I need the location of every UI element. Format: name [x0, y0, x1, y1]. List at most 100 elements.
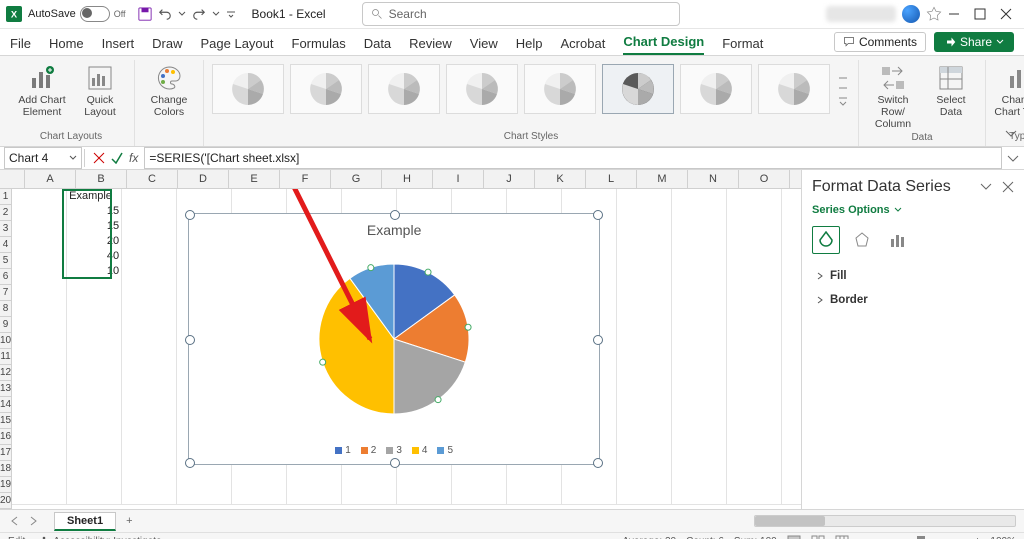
cell[interactable] — [122, 369, 177, 385]
cell[interactable] — [507, 489, 562, 505]
effects-tab[interactable] — [848, 226, 876, 254]
chart-style-thumb[interactable] — [602, 64, 674, 114]
cell[interactable] — [122, 234, 177, 250]
cell[interactable] — [12, 414, 67, 430]
cell[interactable] — [122, 444, 177, 460]
chart-style-thumb[interactable] — [290, 64, 362, 114]
cell[interactable] — [67, 309, 122, 325]
cell[interactable] — [67, 429, 122, 445]
cell[interactable] — [122, 249, 177, 265]
row-header[interactable]: 9 — [0, 317, 11, 333]
cell[interactable] — [672, 324, 727, 340]
cell[interactable] — [672, 204, 727, 220]
cell[interactable]: 15 — [67, 219, 122, 235]
cell[interactable] — [12, 459, 67, 475]
qat-customize-icon[interactable] — [226, 9, 236, 19]
column-header[interactable]: L — [586, 170, 637, 188]
cell[interactable] — [342, 189, 397, 205]
legend-item[interactable]: 5 — [437, 445, 453, 456]
cell[interactable] — [122, 489, 177, 505]
chevron-down-icon[interactable] — [69, 154, 77, 162]
cell[interactable] — [617, 474, 672, 490]
chart-resize-handle[interactable] — [185, 210, 195, 220]
cell[interactable] — [12, 189, 67, 205]
cell[interactable] — [727, 399, 782, 415]
cell[interactable] — [617, 204, 672, 220]
cell[interactable] — [727, 189, 782, 205]
cell[interactable] — [672, 339, 727, 355]
fill-section[interactable]: Fill — [802, 264, 1024, 288]
cell[interactable] — [12, 279, 67, 295]
cell[interactable] — [67, 459, 122, 475]
cell[interactable] — [67, 474, 122, 490]
cell[interactable] — [782, 489, 801, 505]
cell[interactable] — [122, 294, 177, 310]
comments-button[interactable]: Comments — [834, 32, 926, 52]
cell[interactable] — [617, 414, 672, 430]
cell[interactable] — [727, 249, 782, 265]
cell[interactable] — [727, 429, 782, 445]
chevron-down-icon[interactable] — [178, 10, 186, 18]
cell[interactable] — [122, 339, 177, 355]
row-header[interactable]: 12 — [0, 365, 11, 381]
cell[interactable] — [672, 189, 727, 205]
cell[interactable] — [672, 249, 727, 265]
cell[interactable] — [12, 429, 67, 445]
tab-data[interactable]: Data — [364, 32, 391, 55]
enter-icon[interactable] — [111, 152, 123, 164]
cell[interactable] — [727, 309, 782, 325]
sheet-tab-sheet1[interactable]: Sheet1 — [54, 512, 116, 531]
cell[interactable] — [122, 219, 177, 235]
cell[interactable] — [12, 399, 67, 415]
chart-resize-handle[interactable] — [390, 210, 400, 220]
cell[interactable] — [122, 189, 177, 205]
chart-legend[interactable]: 12345 — [189, 445, 599, 456]
cell[interactable] — [287, 474, 342, 490]
tab-page-layout[interactable]: Page Layout — [201, 32, 274, 55]
chart-title[interactable]: Example — [189, 222, 599, 238]
tab-format[interactable]: Format — [722, 32, 763, 55]
cell[interactable] — [67, 384, 122, 400]
search-input[interactable]: Search — [362, 2, 680, 26]
cell[interactable] — [617, 369, 672, 385]
next-sheet-icon[interactable] — [28, 516, 38, 526]
row-header[interactable]: 17 — [0, 445, 11, 461]
cell[interactable] — [672, 414, 727, 430]
select-all-corner[interactable] — [0, 170, 25, 188]
cell[interactable] — [782, 459, 801, 475]
cell[interactable] — [672, 279, 727, 295]
cell[interactable] — [122, 204, 177, 220]
change-colors-button[interactable]: Change Colors — [143, 64, 195, 118]
cell[interactable] — [782, 234, 801, 250]
cell[interactable] — [672, 459, 727, 475]
tab-home[interactable]: Home — [49, 32, 84, 55]
cell[interactable] — [617, 429, 672, 445]
cell[interactable] — [122, 279, 177, 295]
cell[interactable] — [177, 474, 232, 490]
page-layout-view-icon[interactable] — [811, 535, 825, 539]
chart-style-thumb[interactable] — [368, 64, 440, 114]
close-icon[interactable] — [1002, 181, 1014, 193]
row-header[interactable]: 15 — [0, 413, 11, 429]
chart-style-thumb[interactable] — [446, 64, 518, 114]
cell[interactable] — [562, 489, 617, 505]
series-options-tab[interactable] — [884, 226, 912, 254]
row-header[interactable]: 3 — [0, 221, 11, 237]
cell[interactable] — [672, 444, 727, 460]
cell[interactable] — [122, 414, 177, 430]
expand-formula-bar-icon[interactable] — [1006, 151, 1020, 165]
cell[interactable] — [617, 354, 672, 370]
cell[interactable] — [67, 369, 122, 385]
row-header[interactable]: 11 — [0, 349, 11, 365]
column-header[interactable]: H — [382, 170, 433, 188]
cell[interactable] — [342, 474, 397, 490]
series-options-dropdown[interactable]: Series Options — [802, 204, 1024, 224]
border-section[interactable]: Border — [802, 288, 1024, 312]
row-header[interactable]: 14 — [0, 397, 11, 413]
row-header[interactable]: 6 — [0, 269, 11, 285]
cell[interactable] — [12, 204, 67, 220]
cell[interactable] — [782, 324, 801, 340]
add-chart-element-button[interactable]: Add Chart Element — [16, 64, 68, 118]
cell[interactable] — [727, 384, 782, 400]
cell[interactable] — [617, 324, 672, 340]
